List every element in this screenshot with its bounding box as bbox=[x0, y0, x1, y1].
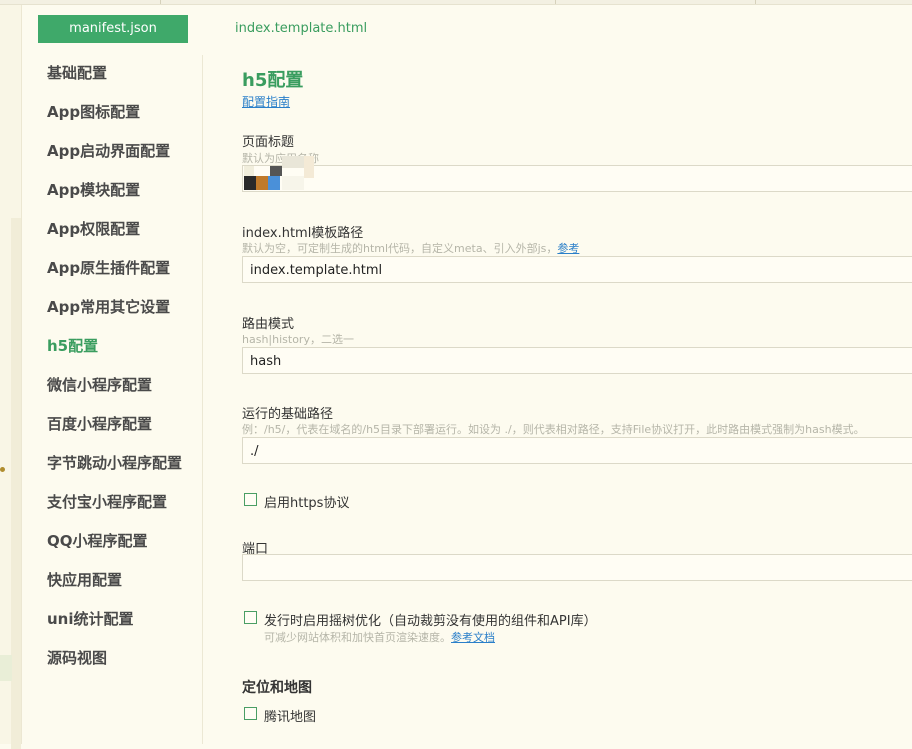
treeshake-ref-link[interactable]: 参考文档 bbox=[451, 631, 495, 644]
sidebar-item-h5[interactable]: h5配置 bbox=[47, 335, 98, 357]
sidebar-item-uni-stat[interactable]: uni统计配置 bbox=[47, 608, 134, 630]
location-map-section-title: 定位和地图 bbox=[242, 680, 312, 696]
left-gutter bbox=[0, 5, 22, 749]
treeshake-hint: 可减少网站体积和加快首页渲染速度。参考文档 bbox=[264, 629, 495, 645]
https-label: 启用https协议 bbox=[264, 496, 350, 511]
config-guide-link[interactable]: 配置指南 bbox=[242, 93, 290, 110]
page-title-label: 页面标题 bbox=[242, 135, 295, 150]
sidebar-item-quickapp[interactable]: 快应用配置 bbox=[47, 569, 122, 591]
sidebar-item-qq[interactable]: QQ小程序配置 bbox=[47, 530, 148, 552]
sidebar-item-source-view[interactable]: 源码视图 bbox=[47, 647, 107, 669]
template-path-label: index.html模板路径 bbox=[242, 226, 364, 241]
sidebar-item-basic[interactable]: 基础配置 bbox=[47, 62, 107, 84]
redacted-pixels bbox=[242, 152, 322, 194]
template-path-input[interactable]: index.template.html bbox=[242, 256, 912, 283]
template-path-ref-link[interactable]: 参考 bbox=[557, 242, 579, 255]
sidebar-item-app-modules[interactable]: App模块配置 bbox=[47, 179, 140, 201]
gutter-strip bbox=[11, 218, 21, 749]
sidebar-item-app-icon[interactable]: App图标配置 bbox=[47, 101, 140, 123]
treeshake-hint-text: 可减少网站体积和加快首页渲染速度。 bbox=[264, 631, 451, 644]
sidebar-item-app-other[interactable]: App常用其它设置 bbox=[47, 296, 170, 318]
h5-config-panel: h5配置 配置指南 页面标题 默认为应用名称 index.html模板路径 默认… bbox=[242, 0, 912, 744]
router-mode-hint: hash|history，二选一 bbox=[242, 333, 354, 346]
sidebar-item-alipay[interactable]: 支付宝小程序配置 bbox=[47, 491, 167, 513]
port-input[interactable] bbox=[242, 554, 912, 581]
page-title: h5配置 bbox=[242, 70, 304, 91]
tencent-map-checkbox[interactable] bbox=[244, 707, 257, 720]
tencent-map-label: 腾讯地图 bbox=[264, 710, 317, 725]
base-path-hint: 例：/h5/，代表在域名的/h5目录下部署运行。如设为 ./，则代表相对路径，支… bbox=[242, 423, 865, 436]
treeshake-checkbox[interactable] bbox=[244, 611, 257, 624]
config-sidebar: 基础配置 App图标配置 App启动界面配置 App模块配置 App权限配置 A… bbox=[22, 55, 203, 744]
sidebar-item-toutiao[interactable]: 字节跳动小程序配置 bbox=[47, 452, 182, 474]
page-title-input[interactable] bbox=[242, 165, 912, 192]
sidebar-item-app-splash[interactable]: App启动界面配置 bbox=[47, 140, 170, 162]
sidebar-item-baidu[interactable]: 百度小程序配置 bbox=[47, 413, 152, 435]
gutter-highlight bbox=[0, 655, 12, 681]
base-path-label: 运行的基础路径 bbox=[242, 407, 334, 422]
template-path-hint-text: 默认为空，可定制生成的html代码，自定义meta、引入外部js， bbox=[242, 242, 558, 255]
sidebar-item-app-native-plugins[interactable]: App原生插件配置 bbox=[47, 257, 170, 279]
sidebar-item-app-permissions[interactable]: App权限配置 bbox=[47, 218, 140, 240]
router-mode-input[interactable]: hash bbox=[242, 347, 912, 374]
router-mode-label: 路由模式 bbox=[242, 317, 295, 332]
tab-manifest-json[interactable]: manifest.json bbox=[38, 15, 188, 43]
https-checkbox[interactable] bbox=[244, 493, 257, 506]
sidebar-item-weixin[interactable]: 微信小程序配置 bbox=[47, 374, 152, 396]
base-path-input[interactable]: ./ bbox=[242, 437, 912, 464]
treeshake-label: 发行时启用摇树优化（自动裁剪没有使用的组件和API库） bbox=[264, 614, 597, 629]
template-path-hint: 默认为空，可定制生成的html代码，自定义meta、引入外部js，参考 bbox=[242, 240, 579, 256]
gutter-dot-icon bbox=[0, 467, 5, 472]
